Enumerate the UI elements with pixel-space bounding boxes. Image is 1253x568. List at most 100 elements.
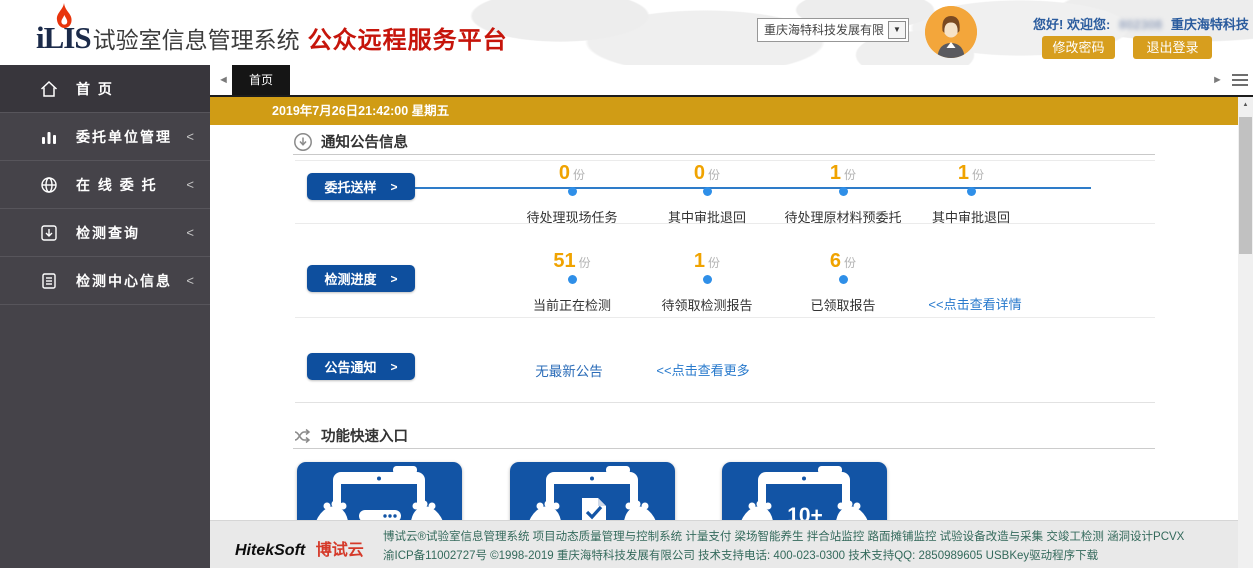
chevron-left-icon: < [186,177,194,192]
stat-unit: 份 [972,168,984,182]
welcome-prefix: 您好! 欢迎您: [1033,17,1110,32]
stat-dot [703,275,712,284]
shuffle-icon [293,426,313,446]
stat-dot [568,275,577,284]
chevron-left-icon: < [186,225,194,240]
chevron-right-icon: > [391,272,398,286]
sidebar-item-label: 委托单位管理 [76,127,186,147]
announcement-button[interactable]: 公告通知 > [307,353,415,380]
stat-report-collected: 6份 已领取报告 [758,250,928,314]
welcome-company: 重庆海特科技 [1171,17,1249,32]
divider [295,402,1155,403]
stat-approval-returned-2: 1份 其中审批退回 [886,162,1056,226]
footer-logo-boshiyun: 博试云 [316,542,364,559]
welcome-text: 您好! 欢迎您: 802308 重庆海特科技 [1033,14,1251,33]
stat-value: 6 [830,250,841,272]
sidebar-item-label: 在 线 委 托 [76,175,186,195]
header: iLIS 试验室信息管理系统 公众远程服务平台 重庆海特科技发展有限 ▼ 您好!… [0,0,1253,65]
stat-value: 0 [694,162,705,184]
tab-scroll-left-icon[interactable]: ◄ [218,74,229,86]
sidebar-item-test-center-info[interactable]: 检测中心信息 < [0,257,210,305]
sample-delivery-button[interactable]: 委托送样 > [307,173,415,200]
logout-button[interactable]: 退出登录 [1133,36,1212,59]
footer: HitekSoft 博试云 博试云®试验室信息管理系统 项目动态质量管理与控制系… [210,520,1253,568]
section-title: 通知公告信息 [321,131,408,152]
tab-list-menu-icon[interactable] [1232,74,1248,89]
globe-icon [38,175,60,195]
stat-value: 1 [830,162,841,184]
footer-products-line: 博试云®试验室信息管理系统 项目动态质量管理与控制系统 计量支付 梁场智能养生 … [383,528,1184,544]
stat-dot [839,275,848,284]
footer-logo-hiteksoft: HitekSoft [235,542,305,559]
sidebar-item-online-commission[interactable]: 在 线 委 托 < [0,161,210,209]
stat-value: 51 [553,250,575,272]
current-datetime: 2019年7月26日21:42:00 星期五 [272,97,449,125]
avatar[interactable] [925,6,977,58]
sidebar-item-label: 首 页 [76,79,194,99]
scroll-up-icon[interactable]: ▲ [1238,97,1253,113]
view-more-link[interactable]: <<点击查看更多 [656,360,749,379]
stat-label: 其中审批退回 [886,207,1056,226]
chevron-right-icon: > [391,360,398,374]
chevron-left-icon: < [186,273,194,288]
app-window: iLIS 试验室信息管理系统 公众远程服务平台 重庆海特科技发展有限 ▼ 您好!… [0,0,1253,568]
stat-unit: 份 [573,168,585,182]
stat-unit: 份 [844,168,856,182]
chevron-left-icon: < [186,129,194,144]
page-title-accent: 公众远程服务平台 [308,20,508,55]
welcome-user-masked: 802308 [1119,17,1162,32]
company-select-value: 重庆海特科技发展有限 [764,23,884,37]
brand-row: iLIS 试验室信息管理系统 公众远程服务平台 [36,20,508,56]
divider [295,317,1155,318]
tab-bar: ◄ 首页 ► [210,65,1253,97]
stat-dot [967,187,976,196]
sidebar-item-label: 检测中心信息 [76,271,186,291]
sidebar-item-test-query[interactable]: 检测查询 < [0,209,210,257]
notice-section-header: 通知公告信息 [293,129,1155,155]
circle-download-icon [293,132,313,152]
view-details-link[interactable]: <<点击查看详情 [928,294,1021,313]
button-label: 委托送样 [324,177,376,196]
stat-unit: 份 [579,256,591,270]
scrollbar-thumb[interactable] [1239,117,1252,254]
quick-entry-section-header: 功能快速入口 [293,423,1155,449]
footer-copyright-line: 渝ICP备11002727号 ©1998-2019 重庆海特科技发展有限公司 技… [383,547,1098,563]
chevron-down-icon[interactable]: ▼ [888,21,906,39]
no-announcement-text: 无最新公告 [535,360,603,380]
stat-dot [568,187,577,196]
button-label: 公告通知 [324,357,376,376]
page-title: 试验室信息管理系统 [93,21,300,55]
avatar-illustration [925,6,977,58]
main-area: ◄ 首页 ► 2019年7月26日21:42:00 星期五 通知公告信息 委托送… [210,65,1253,568]
stat-dot [703,187,712,196]
stat-dot [839,187,848,196]
tab-home[interactable]: 首页 [232,65,290,95]
stat-unit: 份 [708,168,720,182]
home-icon [38,79,60,99]
brand-name: iLIS [36,20,91,56]
stat-unit: 份 [844,256,856,270]
section-title: 功能快速入口 [321,425,408,446]
change-password-button[interactable]: 修改密码 [1042,36,1115,59]
divider [295,160,1155,161]
bar-chart-icon [38,127,60,147]
sidebar-item-label: 检测查询 [76,223,186,243]
stat-value: 1 [958,162,969,184]
sidebar-item-home[interactable]: 首 页 [0,65,210,113]
button-label: 检测进度 [324,269,376,288]
date-bar: 2019年7月26日21:42:00 星期五 [210,97,1238,125]
document-icon [38,271,60,291]
sidebar: 首 页 委托单位管理 < 在 线 委 托 < 检测查询 < [0,65,210,568]
vertical-scrollbar[interactable]: ▲ [1238,97,1253,568]
chevron-right-icon: > [391,180,398,194]
stat-value: 0 [559,162,570,184]
tab-scroll-right-icon[interactable]: ► [1212,74,1223,86]
stat-value: 1 [694,250,705,272]
company-select[interactable]: 重庆海特科技发展有限 ▼ [757,18,909,42]
stat-label: 已领取报告 [758,295,928,314]
stat-unit: 份 [708,256,720,270]
footer-logo: HitekSoft 博试云 [235,536,364,560]
sidebar-item-client-management[interactable]: 委托单位管理 < [0,113,210,161]
download-icon [38,223,60,243]
test-progress-button[interactable]: 检测进度 > [307,265,415,292]
